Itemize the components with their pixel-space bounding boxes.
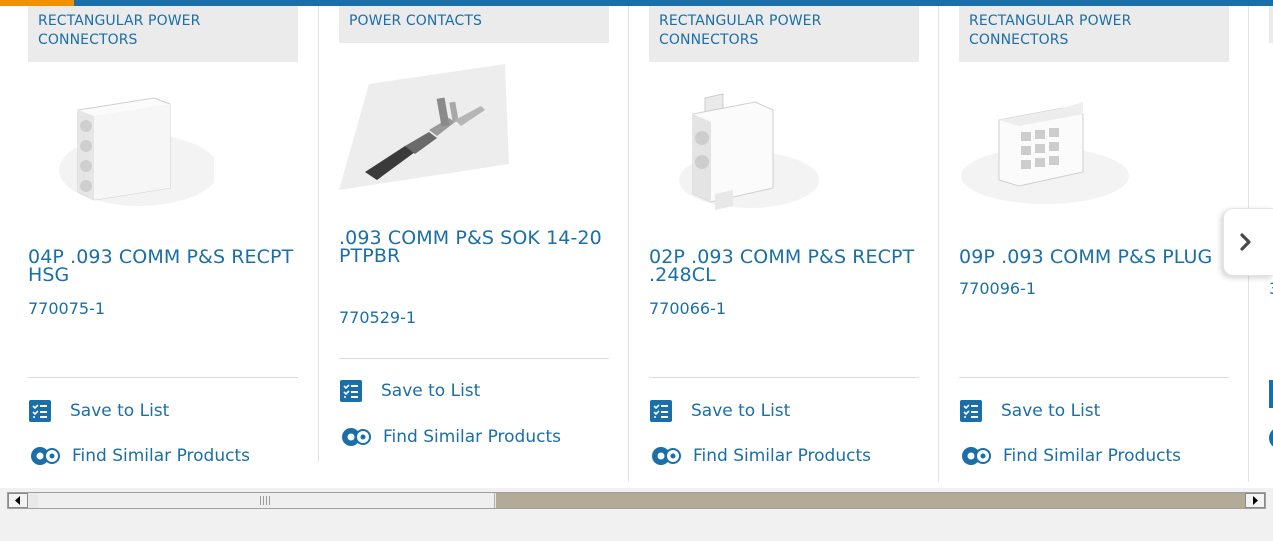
card-separator bbox=[318, 6, 319, 462]
find-similar-button[interactable]: Find Similar Products bbox=[28, 442, 250, 470]
find-similar-label: Find Similar Products bbox=[72, 446, 250, 466]
category-label[interactable]: RECTANGULAR POWER CONNECTORS bbox=[649, 6, 919, 62]
scroll-right-button[interactable] bbox=[1245, 493, 1265, 508]
product-image[interactable] bbox=[959, 96, 1131, 206]
gears-icon[interactable] bbox=[1269, 427, 1273, 449]
scroll-left-icon bbox=[15, 496, 20, 505]
category-label bbox=[1269, 6, 1273, 43]
product-title[interactable]: .093 COMM P&S SOK 14-20 PTPBR bbox=[339, 229, 611, 266]
card-separator bbox=[628, 6, 629, 482]
product-card: POWER CONTACTS .093 COMM P&S SOK 14-20 P… bbox=[339, 6, 611, 488]
carousel-next-button[interactable] bbox=[1223, 208, 1273, 276]
find-similar-button[interactable]: Find Similar Products bbox=[339, 423, 561, 451]
save-to-list-label: Save to List bbox=[691, 401, 791, 421]
product-title[interactable]: 04P .093 COMM P&S RECPT HSG bbox=[28, 248, 300, 285]
product-card: RECTANGULAR POWER CONNECTORS 09P .093 CO… bbox=[959, 6, 1231, 488]
product-title[interactable]: 02P .093 COMM P&S RECPT .248CL bbox=[649, 248, 921, 285]
product-image[interactable] bbox=[44, 92, 219, 208]
product-image[interactable] bbox=[339, 64, 511, 194]
part-number[interactable]: 770075-1 bbox=[28, 300, 105, 318]
gears-icon bbox=[649, 444, 683, 468]
checklist-icon[interactable] bbox=[1269, 380, 1273, 408]
product-carousel: RECTANGULAR POWER CONNECTORS 04P .093 CO… bbox=[0, 6, 1273, 488]
find-similar-button[interactable]: Find Similar Products bbox=[649, 442, 871, 470]
chevron-right-icon bbox=[1239, 233, 1251, 251]
part-number[interactable]: 3 bbox=[1269, 280, 1273, 298]
save-to-list-label: Save to List bbox=[1001, 401, 1101, 421]
checklist-icon bbox=[959, 399, 983, 423]
save-to-list-button[interactable]: Save to List bbox=[959, 397, 1100, 425]
horizontal-scrollbar[interactable] bbox=[0, 488, 1273, 515]
scrollbar-thumb[interactable] bbox=[38, 493, 495, 508]
card-divider bbox=[339, 358, 609, 359]
find-similar-button[interactable]: Find Similar Products bbox=[959, 442, 1181, 470]
scroll-right-icon bbox=[1253, 496, 1258, 505]
footer-band bbox=[0, 515, 1273, 541]
category-label[interactable]: RECTANGULAR POWER CONNECTORS bbox=[28, 6, 298, 62]
scrollbar-grip bbox=[260, 496, 270, 505]
part-number[interactable]: 770529-1 bbox=[339, 309, 416, 327]
product-card: RECTANGULAR POWER CONNECTORS 02P .093 CO… bbox=[649, 6, 921, 488]
card-divider bbox=[959, 377, 1229, 378]
checklist-icon bbox=[649, 399, 673, 423]
scroll-left-button[interactable] bbox=[8, 493, 28, 508]
checklist-icon bbox=[339, 379, 363, 403]
save-to-list-button[interactable]: Save to List bbox=[339, 377, 480, 405]
find-similar-label: Find Similar Products bbox=[1003, 446, 1181, 466]
part-number[interactable]: 770096-1 bbox=[959, 280, 1036, 298]
product-card: RECTANGULAR POWER CONNECTORS 04P .093 CO… bbox=[28, 6, 300, 488]
product-image[interactable] bbox=[669, 90, 819, 210]
category-label[interactable]: POWER CONTACTS bbox=[339, 6, 609, 43]
card-separator bbox=[938, 6, 939, 482]
card-divider bbox=[649, 377, 919, 378]
checklist-icon bbox=[28, 399, 52, 423]
part-number[interactable]: 770066-1 bbox=[649, 300, 726, 318]
card-divider bbox=[28, 377, 298, 378]
gears-icon bbox=[959, 444, 993, 468]
gears-icon bbox=[339, 425, 373, 449]
save-to-list-label: Save to List bbox=[70, 401, 170, 421]
category-label[interactable]: RECTANGULAR POWER CONNECTORS bbox=[959, 6, 1229, 62]
product-title[interactable]: 09P .093 COMM P&S PLUG bbox=[959, 248, 1231, 267]
save-to-list-label: Save to List bbox=[381, 381, 481, 401]
scrollbar-remaining-track[interactable] bbox=[496, 493, 1246, 508]
scrollbar-track[interactable] bbox=[7, 492, 1266, 509]
save-to-list-button[interactable]: Save to List bbox=[649, 397, 790, 425]
save-to-list-button[interactable]: Save to List bbox=[28, 397, 169, 425]
find-similar-label: Find Similar Products bbox=[693, 446, 871, 466]
gears-icon bbox=[28, 444, 62, 468]
find-similar-label: Find Similar Products bbox=[383, 427, 561, 447]
